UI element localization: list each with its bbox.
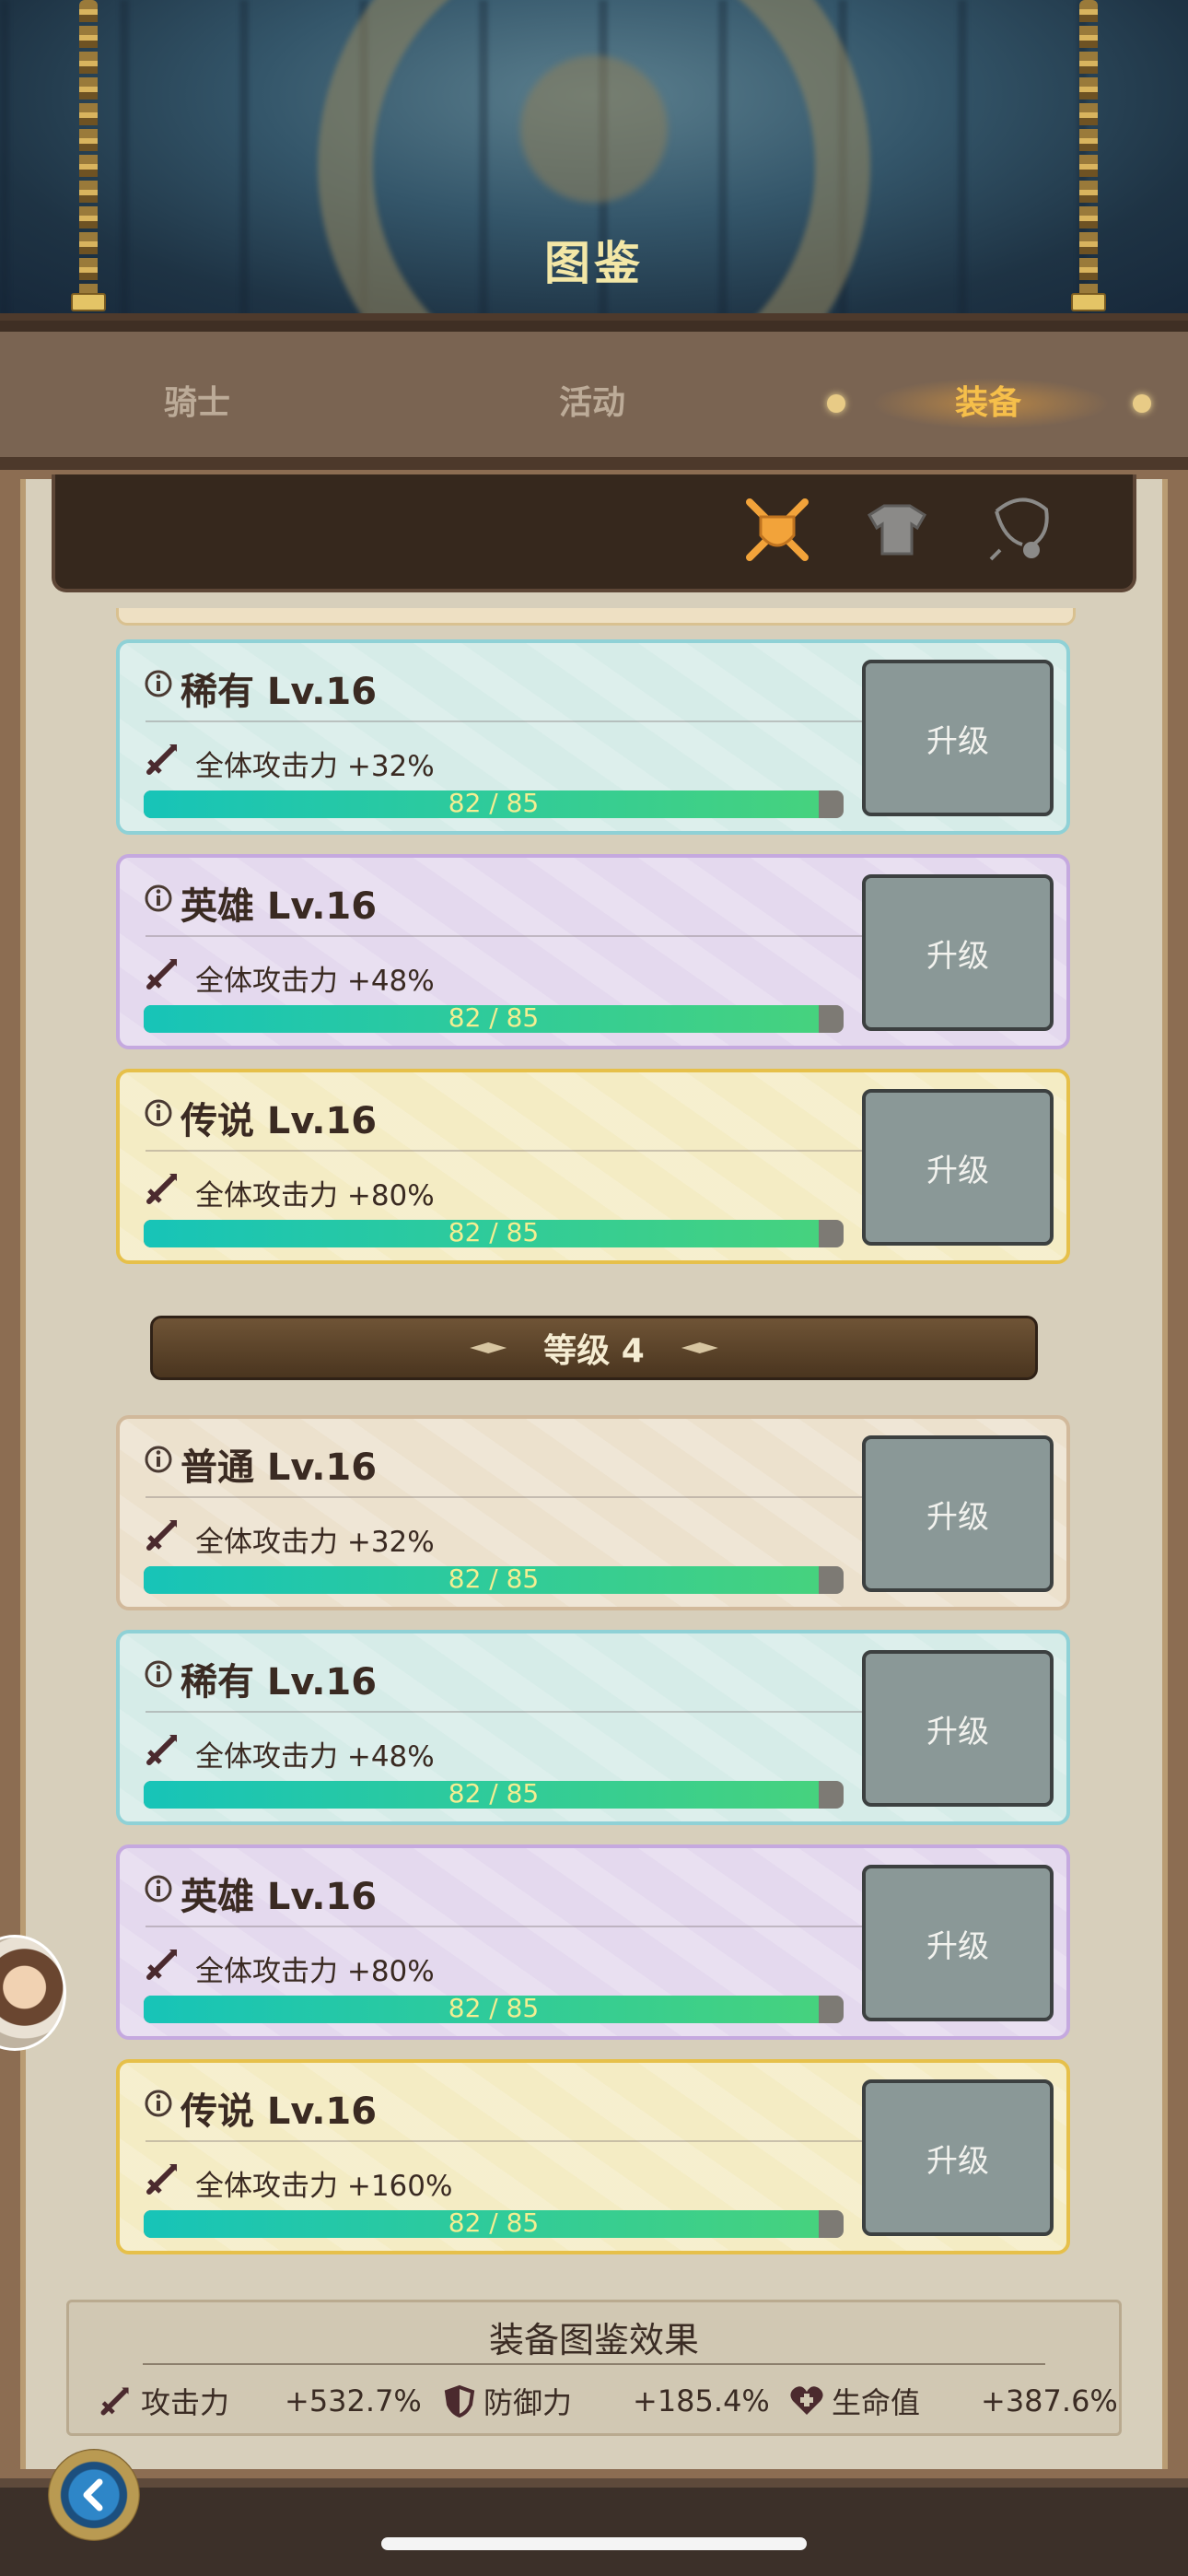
sword-icon [146, 1520, 177, 1551]
info-icon[interactable] [144, 884, 173, 913]
filter-bar [52, 474, 1136, 592]
progress-bar: 82 / 85 [144, 1220, 844, 1247]
hp-value: +387.6% [981, 2383, 1118, 2418]
filter-armor[interactable] [860, 493, 934, 567]
diamond-ornament [470, 1342, 507, 1353]
chain-cap-left [71, 293, 106, 311]
upgrade-button[interactable]: 升级 [862, 660, 1054, 816]
card-title: 稀有 Lv.16 [181, 671, 378, 713]
card-rare-lv16: 稀有 Lv.16 全体攻击力 +32% 82 / 85 升级 [116, 639, 1070, 835]
sword-icon [146, 744, 177, 775]
upgrade-button[interactable]: 升级 [862, 874, 1054, 1031]
tab-knight[interactable]: 骑士 [164, 376, 230, 424]
progress-bar: 82 / 85 [144, 1005, 844, 1033]
chevron-left-icon [83, 2478, 103, 2512]
page-title: 图鉴 [544, 237, 644, 290]
hp-label: 生命值 [832, 2385, 921, 2420]
ship-wheel-hub [520, 55, 668, 203]
card-stat: 全体攻击力 +80% [195, 1179, 435, 1212]
hp-stat: 生命值 [789, 2380, 920, 2422]
upgrade-button[interactable]: 升级 [862, 1435, 1054, 1592]
upgrade-button[interactable]: 升级 [862, 2079, 1054, 2236]
card-stat: 全体攻击力 +32% [195, 750, 435, 783]
card-stat: 全体攻击力 +32% [195, 1526, 435, 1559]
progress-bar: 82 / 85 [144, 790, 844, 818]
card-hero-lv16: 英雄 Lv.16 全体攻击力 +80% 82 / 85 升级 [116, 1844, 1070, 2040]
upgrade-button[interactable]: 升级 [862, 1089, 1054, 1246]
summary-title: 装备图鉴效果 [488, 2320, 699, 2360]
attack-stat: 攻击力 [97, 2380, 229, 2422]
tab-dot-left [827, 394, 845, 413]
card-stat: 全体攻击力 +160% [195, 2170, 453, 2203]
card-title: 英雄 Lv.16 [181, 885, 378, 928]
level-banner: 等级 4 [150, 1316, 1038, 1380]
card-title: 普通 Lv.16 [181, 1446, 378, 1489]
sword-icon [146, 1735, 177, 1765]
sword-icon [146, 2164, 177, 2195]
heart-icon [790, 2386, 823, 2415]
chain-cap-right [1071, 293, 1106, 311]
sword-icon [100, 2387, 129, 2416]
progress-bar: 82 / 85 [144, 1566, 844, 1594]
info-icon[interactable] [144, 669, 173, 698]
defense-label: 防御力 [483, 2385, 573, 2420]
card-stat: 全体攻击力 +80% [195, 1955, 435, 1988]
shield-icon [444, 2384, 475, 2418]
info-icon[interactable] [144, 1659, 173, 1689]
card-title: 传说 Lv.16 [181, 2090, 378, 2133]
level-label: 等级 4 [543, 1332, 645, 1370]
card-stat: 全体攻击力 +48% [195, 1740, 435, 1774]
defense-stat: 防御力 [443, 2380, 572, 2422]
card-title: 稀有 Lv.16 [181, 1661, 378, 1704]
card-hero-lv16: 英雄 Lv.16 全体攻击力 +48% 82 / 85 升级 [116, 854, 1070, 1049]
tab-equipment[interactable]: 装备 [955, 376, 1021, 424]
attack-value: +532.7% [285, 2383, 422, 2418]
home-indicator[interactable] [381, 2537, 807, 2550]
info-icon[interactable] [144, 1098, 173, 1128]
card-rare-lv16: 稀有 Lv.16 全体攻击力 +48% 82 / 85 升级 [116, 1630, 1070, 1825]
crossed-swords-icon [746, 498, 809, 561]
collection-effect-summary: 装备图鉴效果 攻击力 +532.7% 防御力 +185.4% 生命值 +387.… [66, 2300, 1122, 2436]
progress-bar: 82 / 85 [144, 1996, 844, 2023]
card-title: 英雄 Lv.16 [181, 1876, 378, 1918]
diamond-ornament [681, 1342, 718, 1353]
tab-bar: 骑士 活动 装备 [0, 313, 1188, 470]
tab-dot-right [1133, 394, 1151, 413]
attack-label: 攻击力 [141, 2385, 230, 2420]
tab-event[interactable]: 活动 [559, 376, 625, 424]
progress-bar: 82 / 85 [144, 2210, 844, 2238]
defense-value: +185.4% [633, 2383, 770, 2418]
sword-icon [146, 959, 177, 989]
card-normal-lv16: 普通 Lv.16 全体攻击力 +32% 82 / 85 升级 [116, 1415, 1070, 1610]
info-icon[interactable] [144, 1445, 173, 1474]
progress-bar: 82 / 85 [144, 1781, 844, 1809]
info-icon[interactable] [144, 1874, 173, 1903]
upgrade-button[interactable]: 升级 [862, 1865, 1054, 2021]
card-stat: 全体攻击力 +48% [195, 965, 435, 998]
filter-accessory[interactable] [985, 493, 1059, 567]
filter-weapon[interactable] [740, 493, 814, 567]
info-icon[interactable] [144, 2089, 173, 2118]
back-button[interactable] [48, 2449, 140, 2541]
card-title: 传说 Lv.16 [181, 1100, 378, 1142]
card-legend-lv16: 传说 Lv.16 全体攻击力 +80% 82 / 85 升级 [116, 1069, 1070, 1264]
necklace-icon [989, 498, 1049, 561]
bottom-bar [0, 2478, 1188, 2576]
card-legend-lv16: 传说 Lv.16 全体攻击力 +160% 82 / 85 升级 [116, 2059, 1070, 2254]
card-edge-partial [116, 608, 1076, 626]
upgrade-button[interactable]: 升级 [862, 1650, 1054, 1807]
sword-icon [146, 1950, 177, 1980]
sword-icon [146, 1174, 177, 1204]
armor-icon [867, 504, 927, 556]
